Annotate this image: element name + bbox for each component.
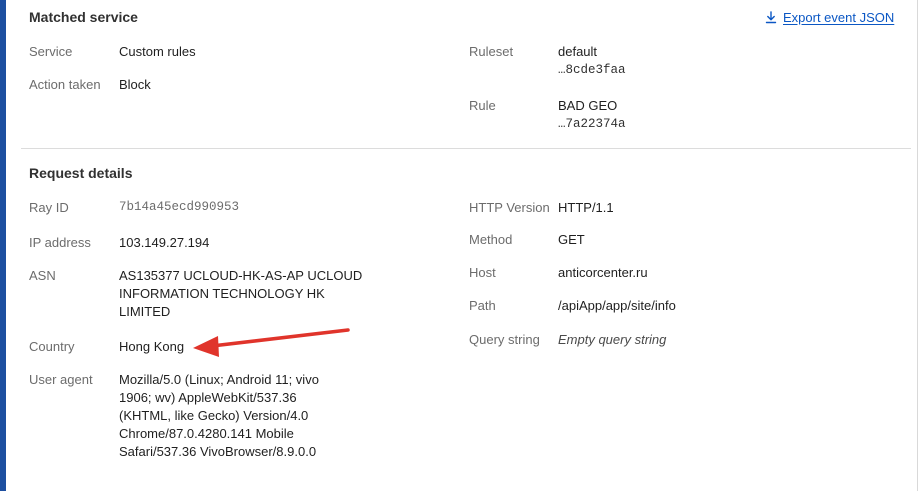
red-annotation-arrow <box>193 328 350 357</box>
